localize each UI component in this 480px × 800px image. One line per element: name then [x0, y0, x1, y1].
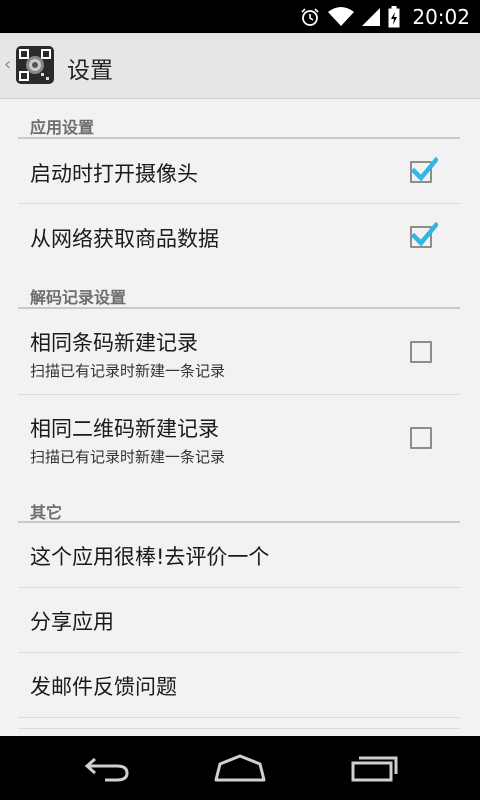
setting-label: 启动时打开摄像头	[30, 162, 198, 186]
setting-rate-app[interactable]: 这个应用很棒!去评价一个	[18, 523, 460, 587]
recents-button[interactable]	[344, 750, 404, 786]
setting-summary: 扫描已有记录时新建一条记录	[30, 362, 226, 380]
home-button[interactable]	[210, 750, 270, 786]
setting-label: 发邮件反馈问题	[30, 675, 177, 699]
back-icon	[84, 757, 129, 782]
setting-barcode-new-record[interactable]: 相同条码新建记录 扫描已有记录时新建一条记录	[18, 309, 460, 394]
action-bar: ‹ 设置	[0, 33, 480, 99]
setting-label: 分享应用	[30, 610, 114, 634]
back-button[interactable]	[76, 750, 136, 786]
section-title-other: 其它	[30, 503, 63, 522]
status-time: 20:02	[412, 4, 470, 29]
setting-share-app[interactable]: 分享应用	[18, 588, 460, 652]
setting-label: 相同二维码新建记录	[30, 417, 219, 441]
setting-label: 从网络获取商品数据	[30, 227, 219, 251]
battery-charging-icon	[388, 5, 400, 27]
status-bar: 20:02	[0, 0, 480, 33]
page-title: 设置	[67, 58, 113, 84]
barcode-new-record-checkbox[interactable]	[410, 341, 432, 363]
row-divider	[18, 717, 460, 718]
section-title-decode-records: 解码记录设置	[30, 288, 127, 307]
alarm-icon	[301, 7, 319, 26]
qrcode-new-record-checkbox[interactable]	[410, 427, 432, 449]
open-camera-checkbox[interactable]	[410, 156, 438, 183]
setting-label: 这个应用很棒!去评价一个	[30, 545, 270, 569]
status-icons: 20:02	[300, 0, 470, 33]
setting-fetch-product-data[interactable]: 从网络获取商品数据	[18, 204, 460, 268]
recents-icon	[351, 756, 398, 782]
navigation-bar	[0, 736, 480, 800]
home-icon	[214, 754, 266, 782]
setting-qrcode-new-record[interactable]: 相同二维码新建记录 扫描已有记录时新建一条记录	[18, 395, 460, 480]
checkmark-icon	[410, 221, 438, 247]
wifi-icon	[328, 6, 355, 26]
setting-open-camera-on-start[interactable]: 启动时打开摄像头	[18, 139, 460, 203]
checkmark-icon	[410, 156, 438, 182]
setting-summary: 扫描已有记录时新建一条记录	[30, 448, 226, 466]
row-divider	[18, 728, 460, 729]
signal-icon	[362, 7, 381, 26]
setting-label: 相同条码新建记录	[30, 331, 198, 355]
qr-scanner-app-icon[interactable]	[15, 45, 55, 85]
fetch-data-checkbox[interactable]	[410, 221, 438, 248]
setting-email-feedback[interactable]: 发邮件反馈问题	[18, 653, 460, 717]
section-title-app-settings: 应用设置	[30, 118, 95, 137]
chevron-left-icon[interactable]: ‹	[4, 55, 14, 75]
settings-list[interactable]: 应用设置 启动时打开摄像头 从网络获取商品数据 解码记录设置 相同条码新建记录 …	[0, 100, 480, 736]
